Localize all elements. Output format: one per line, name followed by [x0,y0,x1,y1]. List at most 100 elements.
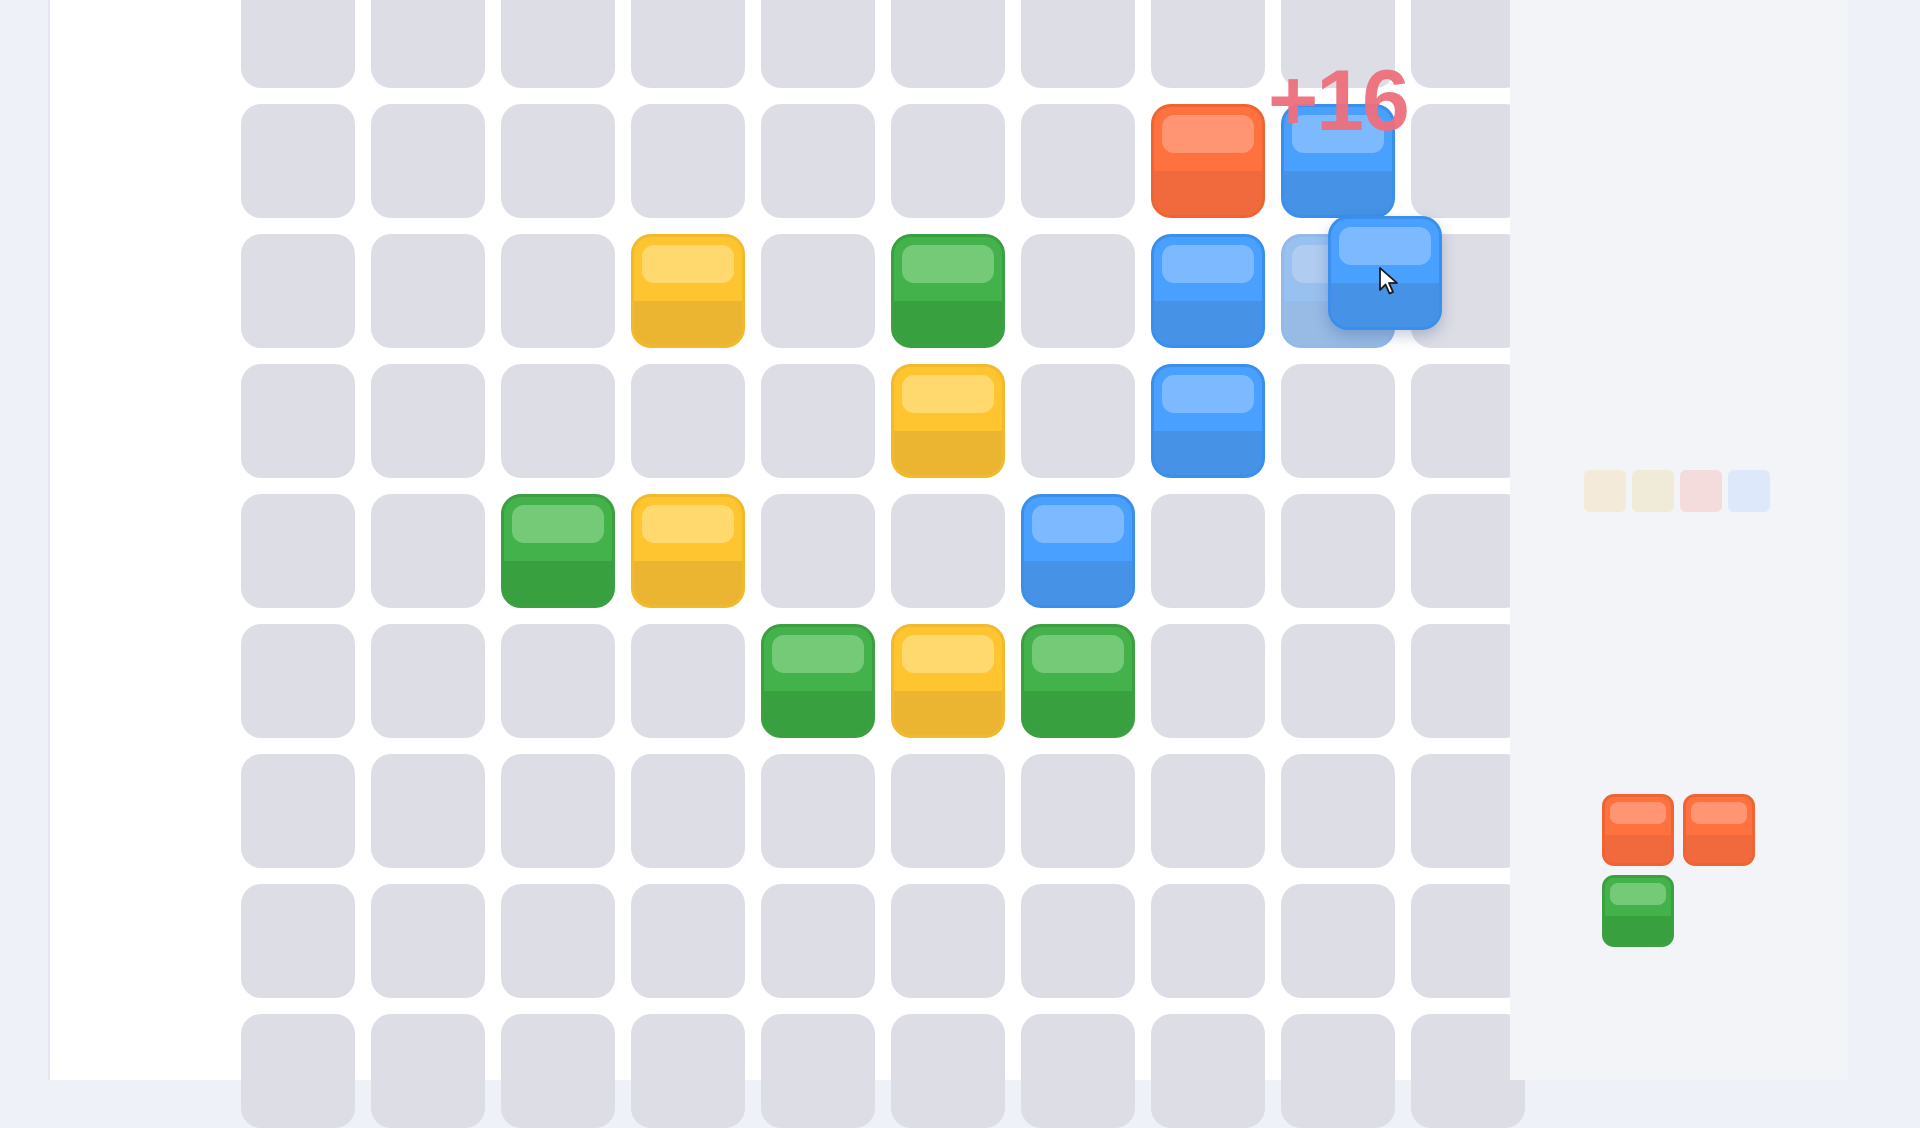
board-cell[interactable] [1151,884,1265,998]
board-cell[interactable] [761,104,875,218]
tile-highlight [642,505,734,543]
tile-highlight [1162,245,1254,283]
board-cell[interactable] [1411,624,1525,738]
tile-shade [634,561,742,605]
board-cell[interactable] [631,0,745,88]
placed-tile [1151,234,1265,348]
next-piece-block[interactable] [1602,794,1674,866]
board-cell[interactable] [1151,494,1265,608]
board-cell[interactable] [761,494,875,608]
tile-shade [1154,171,1262,215]
board-cell[interactable] [501,234,615,348]
board-cell[interactable] [501,104,615,218]
board-cell[interactable] [241,364,355,478]
board-cell[interactable] [631,624,745,738]
game-board[interactable] [241,0,1531,1128]
board-cell[interactable] [371,494,485,608]
board-cell[interactable] [761,1014,875,1128]
board-cell[interactable] [241,1014,355,1128]
board-cell[interactable] [1281,494,1395,608]
board-cell[interactable] [1281,884,1395,998]
board-cell[interactable] [761,234,875,348]
board-cell[interactable] [371,364,485,478]
board-cell[interactable] [501,1014,615,1128]
board-cell[interactable] [631,104,745,218]
board-cell[interactable] [241,494,355,608]
board-cell[interactable] [1021,364,1135,478]
board-cell[interactable] [371,234,485,348]
board-cell[interactable] [891,884,1005,998]
palette-swatch [1680,470,1722,512]
placed-tile [761,624,875,738]
board-cell[interactable] [891,0,1005,88]
board-cell[interactable] [241,0,355,88]
tile-highlight [512,505,604,543]
board-cell[interactable] [501,364,615,478]
tile-highlight [1610,883,1666,905]
tile-shade [504,561,612,605]
board-cell[interactable] [1411,754,1525,868]
board-cell[interactable] [241,884,355,998]
tile-highlight [902,635,994,673]
board-cell[interactable] [1021,0,1135,88]
tile-highlight [1032,505,1124,543]
board-cell[interactable] [1021,104,1135,218]
next-piece-block[interactable] [1602,875,1674,947]
board-cell[interactable] [241,234,355,348]
tile-highlight [902,375,994,413]
board-cell[interactable] [761,364,875,478]
board-cell[interactable] [371,104,485,218]
board-cell[interactable] [1281,624,1395,738]
board-cell[interactable] [501,884,615,998]
board-cell[interactable] [241,754,355,868]
board-cell[interactable] [761,884,875,998]
board-cell[interactable] [891,754,1005,868]
board-cell[interactable] [241,624,355,738]
board-cell[interactable] [371,1014,485,1128]
board-cell[interactable] [1411,0,1525,88]
palette-swatch [1728,470,1770,512]
board-cell[interactable] [891,104,1005,218]
board-cell[interactable] [891,1014,1005,1128]
board-cell[interactable] [1151,0,1265,88]
tile-highlight [1691,802,1747,824]
tile-highlight [1162,115,1254,153]
board-cell[interactable] [761,754,875,868]
board-cell[interactable] [1021,754,1135,868]
board-cell[interactable] [631,754,745,868]
board-cell[interactable] [1281,364,1395,478]
board-cell[interactable] [501,624,615,738]
board-cell[interactable] [241,104,355,218]
palette-swatch [1584,470,1626,512]
board-cell[interactable] [1411,494,1525,608]
board-cell[interactable] [631,884,745,998]
board-cell[interactable] [631,364,745,478]
mouse-cursor-icon [1379,267,1398,295]
tile-shade [1024,691,1132,735]
board-cell[interactable] [371,624,485,738]
board-cell[interactable] [631,1014,745,1128]
tile-highlight [1032,635,1124,673]
board-cell[interactable] [1021,884,1135,998]
board-cell[interactable] [1411,1014,1525,1128]
board-cell[interactable] [501,754,615,868]
board-cell[interactable] [1151,624,1265,738]
board-cell[interactable] [1281,754,1395,868]
board-cell[interactable] [1151,754,1265,868]
board-cell[interactable] [1411,884,1525,998]
board-cell[interactable] [1411,104,1525,218]
board-cell[interactable] [371,0,485,88]
board-cell[interactable] [1411,364,1525,478]
board-cell[interactable] [371,884,485,998]
board-cell[interactable] [1021,234,1135,348]
placed-tile [1151,364,1265,478]
board-cell[interactable] [1151,1014,1265,1128]
next-piece-block[interactable] [1683,794,1755,866]
board-cell[interactable] [1281,1014,1395,1128]
board-cell[interactable] [761,0,875,88]
board-cell[interactable] [371,754,485,868]
board-cell[interactable] [891,494,1005,608]
board-cell[interactable] [501,0,615,88]
tile-shade [1154,301,1262,345]
board-cell[interactable] [1021,1014,1135,1128]
